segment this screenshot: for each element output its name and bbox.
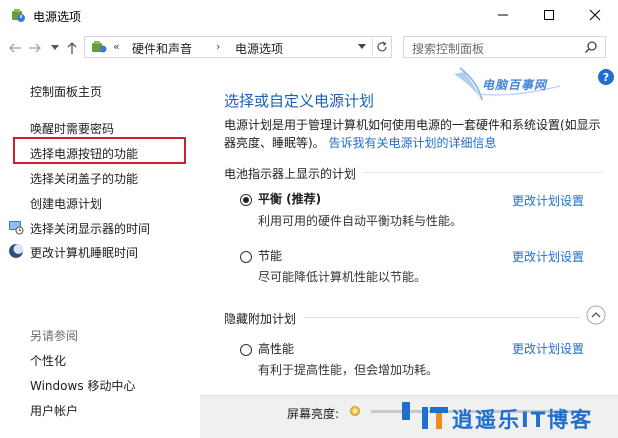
forward-button[interactable] [26, 38, 44, 58]
change-plan-settings-link[interactable]: 更改计划设置 [512, 340, 584, 357]
plan-desc-power-saver: 尽可能降低计算机性能以节能。 [258, 270, 427, 284]
address-dropdown-button[interactable] [354, 38, 370, 56]
watermark-logo-bottom [422, 407, 448, 429]
refresh-icon [377, 41, 387, 52]
breadcrumb-overflow[interactable]: « [113, 40, 120, 53]
breadcrumb-power-options[interactable]: 电源选项 [235, 40, 283, 57]
watermark-text-bottom: 逍遥乐IT博客 [452, 408, 594, 432]
up-button[interactable] [63, 38, 81, 58]
plan-radio-balanced[interactable] [240, 194, 252, 206]
back-button[interactable] [6, 38, 24, 58]
recent-locations-button[interactable] [46, 38, 64, 58]
group-divider [364, 172, 602, 173]
search-icon[interactable] [584, 40, 598, 54]
plan-name-power-saver[interactable]: 节能 [258, 247, 282, 264]
collapse-chevron-up-icon[interactable] [586, 305, 606, 325]
maximize-button[interactable] [526, 0, 572, 30]
close-icon [589, 9, 601, 21]
minimize-icon [498, 14, 508, 16]
sidebar-item-create-plan[interactable]: 创建电源计划 [30, 195, 102, 212]
see-also-heading: 另请参阅 [30, 329, 79, 343]
arrow-up-icon [67, 42, 77, 54]
chevron-down-icon [51, 45, 59, 50]
sidebar-item-wake-password[interactable]: 唤醒时需要密码 [30, 120, 114, 137]
control-panel-icon [92, 41, 107, 53]
brightness-label: 屏幕亮度: [287, 407, 340, 421]
plan-radio-high-performance[interactable] [240, 344, 252, 356]
page-description: 电源计划是用于管理计算机如何使用电源的一套硬件和系统设置(如显示器亮度、睡眠等)… [224, 116, 604, 152]
breadcrumb-hardware-sound[interactable]: 硬件和声音 [132, 40, 192, 57]
plan-name-balanced[interactable]: 平衡 (推荐) [258, 190, 321, 207]
sidebar-item-control-panel-home[interactable]: 控制面板主页 [30, 83, 102, 100]
brightness-sun-icon [350, 406, 360, 416]
plan-radio-power-saver[interactable] [240, 251, 252, 263]
maximize-icon [544, 10, 554, 20]
see-also-user-accounts[interactable]: 用户帐户 [30, 402, 78, 419]
close-button[interactable] [572, 0, 618, 30]
change-plan-settings-link[interactable]: 更改计划设置 [512, 248, 584, 265]
arrow-left-icon [9, 43, 21, 53]
chevron-down-icon [358, 44, 366, 49]
refresh-button[interactable] [372, 38, 391, 56]
minimize-button[interactable] [480, 0, 526, 30]
see-also-mobility-center[interactable]: Windows 移动中心 [30, 377, 135, 394]
watermark-text-top: 电脑百事网 [482, 78, 548, 92]
display-timer-icon [9, 221, 24, 235]
sidebar-item-sleep-time[interactable]: 更改计算机睡眠时间 [30, 244, 138, 261]
sidebar-item-power-button[interactable]: 选择电源按钮的功能 [30, 145, 138, 162]
sidebar-item-display-off-time[interactable]: 选择关闭显示器的时间 [30, 220, 150, 237]
page-title: 选择或自定义电源计划 [224, 92, 375, 110]
breadcrumb-separator[interactable]: › [216, 40, 220, 53]
group-battery-meter-plans: 电池指示器上显示的计划 [224, 167, 357, 181]
group-divider [304, 317, 580, 318]
group-hidden-plans: 隐藏附加计划 [224, 312, 297, 326]
arrow-right-icon [29, 43, 41, 53]
brightness-slider-thumb[interactable] [402, 402, 411, 420]
learn-more-link[interactable]: 告诉我有关电源计划的详细信息 [329, 136, 497, 150]
search-placeholder: 搜索控制面板 [412, 42, 485, 56]
help-icon[interactable]: ? [598, 69, 614, 85]
power-options-icon [12, 9, 25, 22]
plan-desc-high-performance: 有利于提高性能，但会增加功耗。 [258, 363, 439, 377]
window-title: 电源选项 [33, 10, 82, 24]
sidebar-item-close-lid[interactable]: 选择关闭盖子的功能 [30, 170, 138, 187]
change-plan-settings-link[interactable]: 更改计划设置 [512, 192, 584, 209]
plan-name-high-performance[interactable]: 高性能 [258, 340, 294, 357]
see-also-personalization[interactable]: 个性化 [30, 352, 66, 369]
plan-desc-balanced: 利用可用的硬件自动平衡功耗与性能。 [258, 214, 463, 228]
sleep-moon-icon [9, 244, 24, 258]
